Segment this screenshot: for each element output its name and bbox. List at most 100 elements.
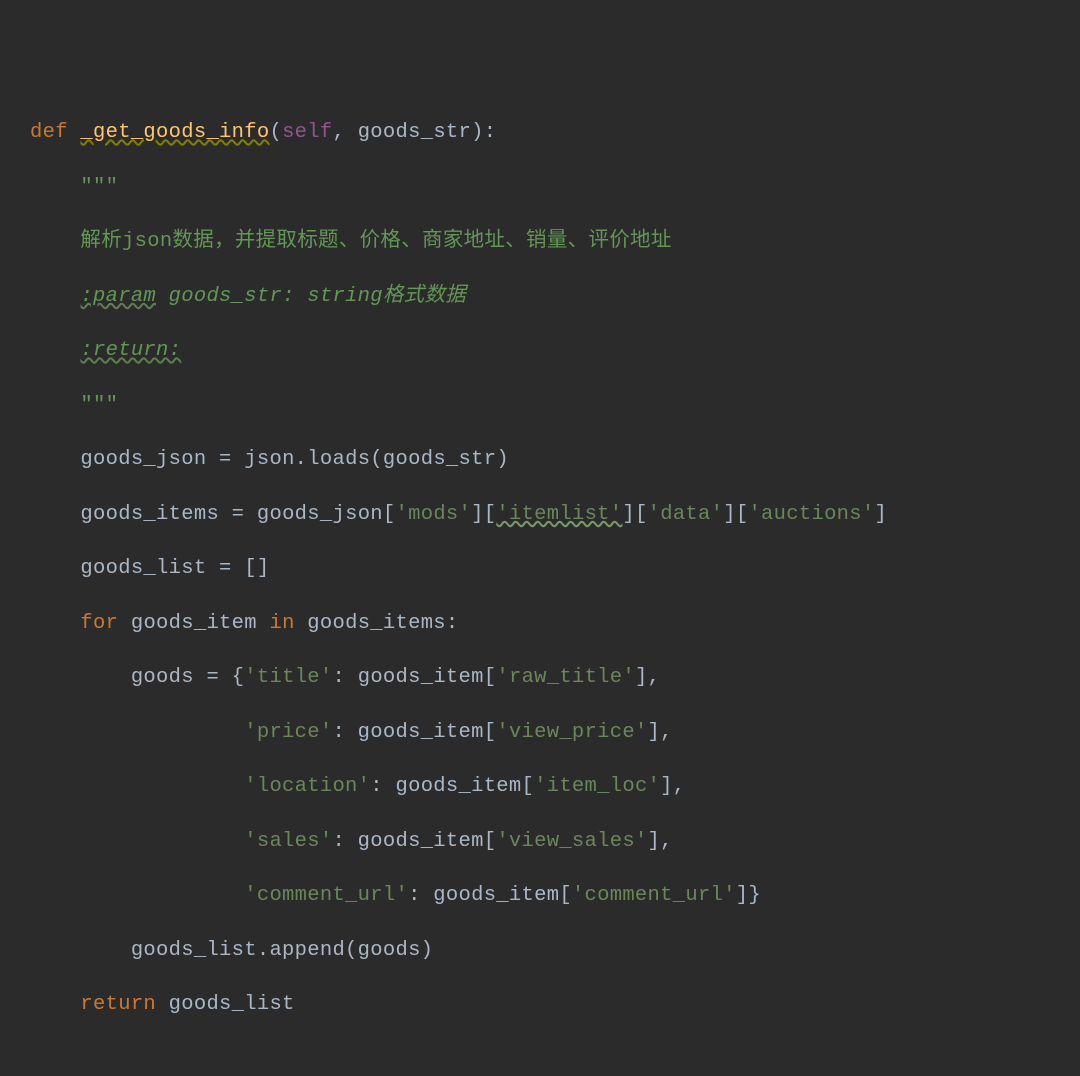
code-line-1[interactable]: def _get_goods_info(self, goods_str):	[0, 119, 1080, 146]
param-goods-str: goods_str	[358, 121, 471, 144]
module-json: json.	[244, 448, 307, 471]
comma: ,	[673, 775, 686, 798]
bracket-close: ]	[736, 884, 749, 907]
colon: :	[370, 775, 395, 798]
empty-list: []	[244, 557, 269, 580]
key-sales: 'sales'	[244, 830, 332, 853]
code-line-10[interactable]: for goods_item in goods_items:	[0, 610, 1080, 637]
equals: =	[219, 557, 244, 580]
bracket-open: [	[522, 775, 535, 798]
bracket-open: [	[484, 830, 497, 853]
bracket-close: ]	[660, 775, 673, 798]
key-title: 'title'	[244, 666, 332, 689]
docstring-param-text: goods_str: string格式数据	[156, 285, 466, 308]
key-data: 'data'	[648, 503, 724, 526]
var-goods-list: goods_list	[80, 557, 219, 580]
iter-goods-item: goods_item	[131, 612, 270, 635]
docstring-param-tag: :param	[80, 285, 156, 308]
code-line-17[interactable]: return goods_list	[0, 991, 1080, 1018]
code-line-11[interactable]: goods = {'title': goods_item['raw_title'…	[0, 664, 1080, 691]
paren-close-colon: ):	[471, 121, 496, 144]
code-line-15[interactable]: 'comment_url': goods_item['comment_url']…	[0, 882, 1080, 909]
code-line-16[interactable]: goods_list.append(goods)	[0, 937, 1080, 964]
key-itemlist: 'itemlist'	[496, 503, 622, 526]
code-line-3[interactable]: 解析json数据，并提取标题、价格、商家地址、销量、评价地址	[0, 228, 1080, 255]
function-name: _get_goods_info	[80, 121, 269, 144]
keyword-return: return	[80, 993, 168, 1016]
key-view-sales: 'view_sales'	[496, 830, 647, 853]
key-price: 'price'	[244, 721, 332, 744]
comma: ,	[648, 666, 661, 689]
key-raw-title: 'raw_title'	[496, 666, 635, 689]
bracket-close: ]	[471, 503, 484, 526]
bracket-open: [	[736, 503, 749, 526]
src-goods-json: goods_json	[257, 503, 383, 526]
code-line-4[interactable]: :param goods_str: string格式数据	[0, 283, 1080, 310]
param-self: self	[282, 121, 332, 144]
bracket-open: [	[484, 721, 497, 744]
bracket-open: [	[635, 503, 648, 526]
bracket-close: ]	[622, 503, 635, 526]
brace-close: }	[748, 884, 761, 907]
key-view-price: 'view_price'	[496, 721, 647, 744]
src-goods-item: goods_item	[358, 666, 484, 689]
code-line-8[interactable]: goods_items = goods_json['mods']['itemli…	[0, 501, 1080, 528]
comma: ,	[332, 121, 357, 144]
code-line-6[interactable]: """	[0, 392, 1080, 419]
equals: =	[232, 503, 257, 526]
comma: ,	[660, 830, 673, 853]
key-item-loc: 'item_loc'	[534, 775, 660, 798]
keyword-for: for	[80, 612, 130, 635]
keyword-in: in	[269, 612, 307, 635]
key-location: 'location'	[244, 775, 370, 798]
code-line-14[interactable]: 'sales': goods_item['view_sales'],	[0, 828, 1080, 855]
src-goods-item: goods_item	[433, 884, 559, 907]
src-goods-item: goods_item	[395, 775, 521, 798]
colon: :	[332, 721, 357, 744]
equals: =	[206, 666, 231, 689]
keyword-def: def	[30, 121, 68, 144]
code-line-2[interactable]: """	[0, 174, 1080, 201]
equals: =	[219, 448, 244, 471]
bracket-open: [	[383, 503, 396, 526]
docstring-open: """	[80, 176, 118, 199]
comma: ,	[660, 721, 673, 744]
src-goods-item: goods_item	[358, 721, 484, 744]
key-auctions: 'auctions'	[748, 503, 874, 526]
call-append: goods_list.append(goods)	[131, 939, 433, 962]
bracket-open: [	[559, 884, 572, 907]
paren-close: )	[496, 448, 509, 471]
src-goods-item: goods_item	[358, 830, 484, 853]
colon: :	[333, 666, 358, 689]
docstring-return-tag: :return:	[80, 339, 181, 362]
bracket-close: ]	[874, 503, 887, 526]
brace-open: {	[232, 666, 245, 689]
key-mods: 'mods'	[396, 503, 472, 526]
return-val: goods_list	[169, 993, 295, 1016]
key-comment-url-val: 'comment_url'	[572, 884, 736, 907]
paren-open: (	[269, 121, 282, 144]
key-comment-url: 'comment_url'	[244, 884, 408, 907]
bracket-close: ]	[648, 721, 661, 744]
bracket-open: [	[484, 503, 497, 526]
bracket-close: ]	[635, 666, 648, 689]
arg-goods-str: goods_str	[383, 448, 496, 471]
fn-loads: loads	[307, 448, 370, 471]
bracket-close: ]	[723, 503, 736, 526]
code-line-13[interactable]: 'location': goods_item['item_loc'],	[0, 773, 1080, 800]
var-goods: goods	[131, 666, 207, 689]
docstring-close: """	[80, 394, 118, 417]
bracket-close: ]	[648, 830, 661, 853]
code-line-5[interactable]: :return:	[0, 337, 1080, 364]
bracket-open: [	[484, 666, 497, 689]
colon: :	[332, 830, 357, 853]
code-line-12[interactable]: 'price': goods_item['view_price'],	[0, 719, 1080, 746]
seq-goods-items: goods_items:	[307, 612, 458, 635]
code-line-9[interactable]: goods_list = []	[0, 555, 1080, 582]
var-goods-json: goods_json	[80, 448, 219, 471]
docstring-text: 解析json数据，并提取标题、价格、商家地址、销量、评价地址	[80, 230, 671, 253]
paren-open: (	[370, 448, 383, 471]
code-line-7[interactable]: goods_json = json.loads(goods_str)	[0, 446, 1080, 473]
colon: :	[408, 884, 433, 907]
var-goods-items: goods_items	[80, 503, 231, 526]
